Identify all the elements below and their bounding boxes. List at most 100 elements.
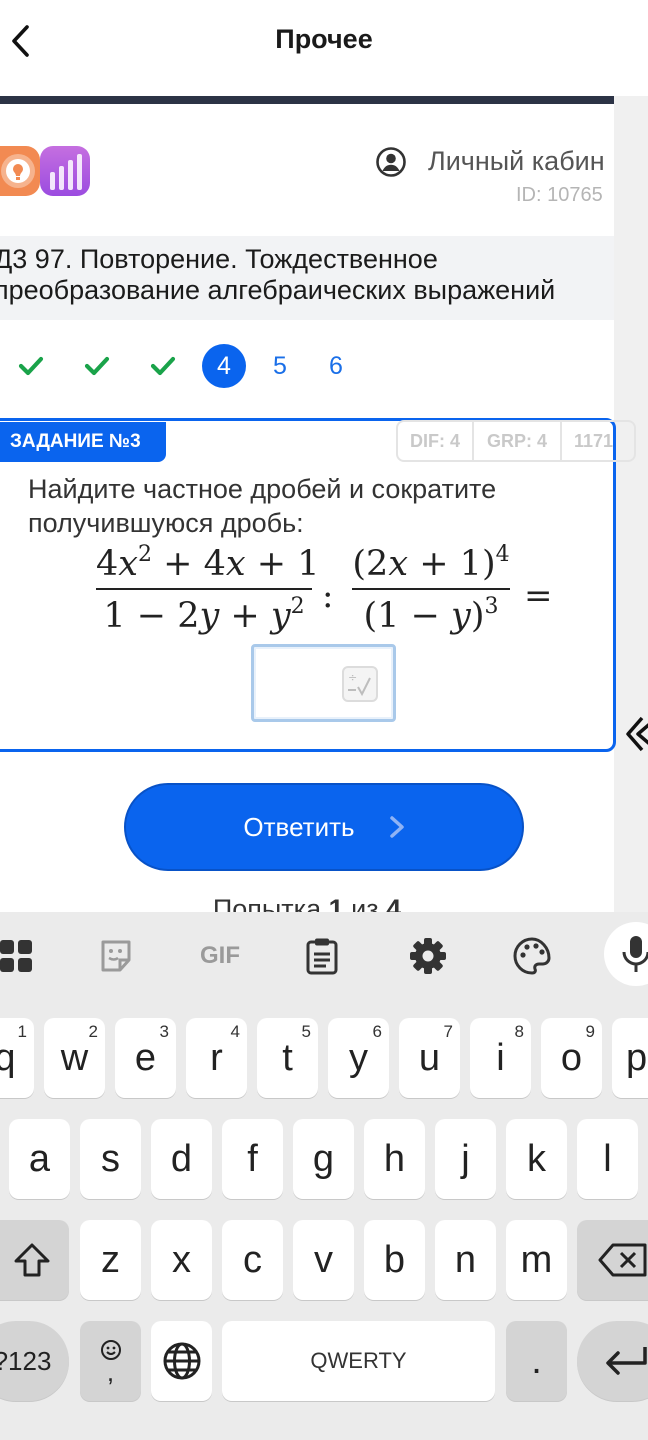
- key-label: ,: [106, 1357, 115, 1387]
- key-label: p: [626, 1036, 648, 1079]
- key-n[interactable]: n: [435, 1220, 496, 1300]
- formula-editor-icon[interactable]: ÷: [342, 666, 378, 702]
- key-hint: 7: [443, 1022, 453, 1041]
- enter-icon: [606, 1347, 647, 1375]
- on-screen-keyboard: GIF 1q 2w 3e 4r 5t 6y 7u 8i 9 o p a s d …: [0, 912, 648, 1440]
- step-1-done[interactable]: [9, 344, 53, 388]
- shift-key[interactable]: [0, 1220, 69, 1300]
- key-b[interactable]: b: [364, 1220, 425, 1300]
- key-g[interactable]: g: [293, 1119, 354, 1199]
- equals-sign: =: [524, 576, 553, 616]
- key-e[interactable]: 3e: [115, 1018, 176, 1098]
- key-label: t: [282, 1036, 293, 1079]
- account-link[interactable]: Личный кабин: [428, 146, 605, 177]
- key-t[interactable]: 5t: [257, 1018, 318, 1098]
- site-header-strip: [0, 96, 614, 104]
- step-4-current[interactable]: 4: [202, 344, 246, 388]
- key-p[interactable]: p: [612, 1018, 648, 1098]
- globe-icon: [163, 1342, 200, 1380]
- attempt-counter: Попытка 1 из 4: [0, 894, 614, 912]
- key-i[interactable]: 8i: [470, 1018, 531, 1098]
- side-panel: [614, 96, 648, 912]
- key-r[interactable]: 4r: [186, 1018, 247, 1098]
- step-3-done[interactable]: [141, 344, 185, 388]
- theme-button[interactable]: [510, 934, 554, 978]
- gear-icon: [410, 938, 446, 974]
- fraction-1: 4x2 + 4x + 1 1 − 2y + y2: [96, 542, 320, 636]
- stats-logo-icon[interactable]: [40, 146, 90, 196]
- attempt-middle: из: [343, 894, 387, 912]
- key-label: e: [134, 1036, 157, 1079]
- key-u[interactable]: 7u: [399, 1018, 460, 1098]
- microphone-icon: [622, 936, 648, 972]
- task-stepper: 4 5 6: [0, 344, 614, 388]
- submit-label: Ответить: [243, 811, 355, 842]
- numbers-symbols-key[interactable]: ?123: [0, 1321, 69, 1401]
- lesson-title-line2: преобразование алгебраических выражений: [0, 275, 556, 305]
- gif-button[interactable]: GIF: [196, 934, 244, 978]
- clipboard-button[interactable]: [300, 934, 344, 978]
- group-badge: GRP: 4: [474, 422, 562, 460]
- key-label: i: [496, 1036, 505, 1079]
- key-hint: 5: [301, 1022, 311, 1041]
- web-content[interactable]: Личный кабин ID: 10765 Д3 97. Повторение…: [0, 82, 648, 912]
- task-number-badge: ЗАДАНИЕ №3: [0, 422, 166, 462]
- voice-input-button[interactable]: [604, 922, 648, 986]
- step-5[interactable]: 5: [258, 344, 302, 388]
- bulb-logo-icon[interactable]: [0, 146, 40, 196]
- panel-collapse-icon[interactable]: [624, 712, 648, 756]
- key-k[interactable]: k: [506, 1119, 567, 1199]
- key-o[interactable]: 9o: [541, 1018, 602, 1098]
- key-h[interactable]: h: [364, 1119, 425, 1199]
- app-bar: Прочее: [0, 0, 648, 82]
- key-y[interactable]: 6y: [328, 1018, 389, 1098]
- checkmark-icon: [150, 356, 176, 376]
- key-x[interactable]: x: [151, 1220, 212, 1300]
- key-v[interactable]: v: [293, 1220, 354, 1300]
- key-z[interactable]: z: [80, 1220, 141, 1300]
- account-icon[interactable]: [375, 146, 407, 178]
- lesson-title-line1: Д3 97. Повторение. Тождественное: [0, 244, 438, 274]
- key-c[interactable]: c: [222, 1220, 283, 1300]
- key-l[interactable]: l: [577, 1119, 638, 1199]
- svg-text:÷: ÷: [348, 671, 357, 684]
- math-expression: 4x2 + 4x + 1 1 − 2y + y2 : (2x + 1)4 (1 …: [96, 544, 566, 644]
- step-6[interactable]: 6: [314, 344, 358, 388]
- sticker-button[interactable]: [94, 934, 138, 978]
- period-key[interactable]: .: [506, 1321, 567, 1401]
- key-d[interactable]: d: [151, 1119, 212, 1199]
- key-f[interactable]: f: [222, 1119, 283, 1199]
- key-j[interactable]: j: [435, 1119, 496, 1199]
- submit-answer-button[interactable]: Ответить: [124, 783, 524, 871]
- settings-button[interactable]: [406, 934, 450, 978]
- key-w[interactable]: 2w: [44, 1018, 105, 1098]
- key-hint: 1: [17, 1022, 27, 1041]
- checkmark-icon: [84, 356, 110, 376]
- sticker-icon: [101, 940, 131, 972]
- emoji-comma-key[interactable]: ,: [80, 1321, 141, 1401]
- language-key[interactable]: [151, 1321, 212, 1401]
- apps-grid-button[interactable]: [0, 934, 38, 978]
- key-label: y: [349, 1036, 368, 1079]
- key-a[interactable]: a: [9, 1119, 70, 1199]
- step-2-done[interactable]: [75, 344, 119, 388]
- task-id-badge: 1171: [574, 430, 614, 451]
- key-hint: 3: [159, 1022, 169, 1041]
- key-hint: 2: [88, 1022, 98, 1041]
- apps-grid-icon: [0, 940, 32, 972]
- page-title: Прочее: [275, 24, 373, 54]
- key-s[interactable]: s: [80, 1119, 141, 1199]
- clipboard-icon: [306, 938, 338, 975]
- palette-icon: [513, 937, 551, 975]
- key-m[interactable]: m: [506, 1220, 567, 1300]
- division-sign: :: [322, 576, 334, 616]
- key-q[interactable]: 1q: [0, 1018, 34, 1098]
- key-label: u: [418, 1036, 441, 1079]
- backspace-key[interactable]: [577, 1220, 648, 1300]
- shift-icon: [14, 1243, 49, 1277]
- enter-key[interactable]: [577, 1321, 648, 1401]
- chevron-right-icon: [389, 816, 404, 838]
- lesson-title: Д3 97. Повторение. Тождественное преобра…: [0, 244, 634, 306]
- checkmark-icon: [18, 356, 44, 376]
- space-key[interactable]: QWERTY: [222, 1321, 495, 1401]
